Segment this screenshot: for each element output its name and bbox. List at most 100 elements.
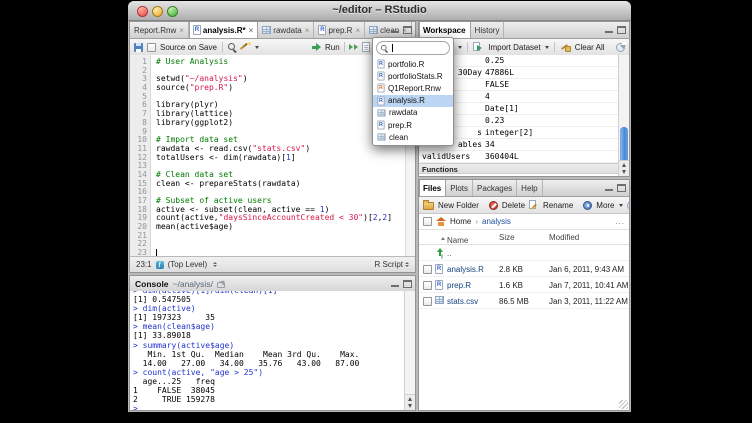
goto-item-label: prep.R: [388, 121, 412, 130]
editor-tab-prep-r[interactable]: prep.R×: [314, 22, 365, 38]
parent-directory-link[interactable]: ..: [447, 249, 451, 258]
source-on-save-checkbox[interactable]: [147, 43, 156, 52]
file-checkbox[interactable]: [423, 265, 432, 274]
close-tab-icon[interactable]: ×: [179, 26, 184, 35]
workspace-scrollbar-arrows[interactable]: [619, 160, 629, 176]
editor-tab-report-rnw[interactable]: Report.Rnw×: [130, 22, 189, 38]
refresh-icon[interactable]: [616, 43, 625, 52]
text-cursor: [392, 44, 393, 52]
save-icon[interactable]: [134, 43, 143, 52]
more-gear-icon[interactable]: [583, 201, 592, 210]
rfile-icon: [377, 121, 384, 130]
title-bar[interactable]: ~/editor – RStudio: [128, 1, 631, 21]
tab-workspace[interactable]: Workspace: [419, 22, 471, 38]
close-tab-icon[interactable]: ×: [305, 26, 310, 35]
file-row[interactable]: prep.R1.6 KBJan 7, 2011, 10:41 AM: [419, 277, 629, 293]
tab-files[interactable]: Files: [419, 180, 446, 196]
delete-icon[interactable]: [489, 201, 498, 210]
goto-item-analysis-r[interactable]: analysis.R: [373, 95, 453, 107]
maximize-pane-icon[interactable]: [617, 26, 626, 34]
minimize-pane-icon[interactable]: [605, 189, 613, 191]
scope-selector[interactable]: (Top Level): [168, 260, 208, 269]
file-link[interactable]: stats.csv: [447, 297, 478, 306]
console-scrollbar-arrows[interactable]: [405, 394, 415, 410]
run-button[interactable]: Run: [325, 43, 340, 52]
file-modified: Jan 6, 2011, 9:43 AM: [549, 265, 624, 274]
column-modified[interactable]: Modified: [549, 233, 579, 242]
table-icon: [377, 134, 385, 141]
tab-help[interactable]: Help: [517, 180, 542, 196]
goto-item-rawdata[interactable]: rawdata: [373, 107, 453, 119]
file-row[interactable]: analysis.R2.8 KBJan 6, 2011, 9:43 AM: [419, 261, 629, 277]
editor-tab-rawdata[interactable]: rawdata×: [258, 22, 314, 38]
breadcrumb-home[interactable]: Home: [450, 217, 471, 226]
file-checkbox[interactable]: [423, 297, 432, 306]
tab-label: Help: [521, 184, 537, 193]
breadcrumb-ellipsis[interactable]: ...: [615, 217, 625, 226]
import-dataset-button[interactable]: Import Dataset: [488, 43, 540, 52]
goto-item-portfolio-r[interactable]: portfolio.R: [373, 58, 453, 70]
tab-label: Packages: [477, 184, 512, 193]
file-type-selector[interactable]: R Script: [375, 260, 403, 269]
close-tab-icon[interactable]: ×: [355, 26, 360, 35]
clear-all-button[interactable]: Clear All: [575, 43, 605, 52]
refresh-icon[interactable]: [627, 201, 630, 210]
find-icon[interactable]: [228, 43, 237, 52]
files-tab-bar: FilesPlots Packages Help: [419, 180, 629, 197]
file-link[interactable]: analysis.R: [447, 265, 484, 274]
workspace-row[interactable]: validUsers360404L: [419, 151, 619, 163]
source-file-icon[interactable]: [362, 42, 370, 52]
tab-overflow-chevron-icon[interactable]: »: [412, 25, 416, 35]
maximize-pane-icon[interactable]: [403, 280, 412, 288]
table-icon: [377, 109, 385, 116]
import-dataset-icon[interactable]: [473, 42, 484, 52]
file-link[interactable]: prep.R: [447, 281, 471, 290]
new-folder-button[interactable]: New Folder: [438, 201, 479, 210]
maximize-pane-icon[interactable]: [403, 26, 412, 34]
tab-plots[interactable]: Plots: [446, 180, 473, 196]
console-result: [1] 0.547505: [133, 295, 402, 304]
clear-all-icon[interactable]: [560, 42, 571, 52]
console-body[interactable]: > dim(active)[1]/dim(clean)[1][1] 0.5475…: [130, 291, 415, 410]
tab-packages[interactable]: Packages: [473, 180, 517, 196]
workspace-scrollbar[interactable]: [618, 55, 629, 176]
select-all-checkbox[interactable]: [423, 217, 432, 226]
close-tab-icon[interactable]: ×: [249, 26, 254, 35]
minimize-pane-icon[interactable]: [391, 285, 399, 287]
run-icon[interactable]: [312, 43, 322, 52]
console-scrollbar[interactable]: [404, 291, 415, 410]
delete-button[interactable]: Delete: [502, 201, 525, 210]
goto-item-q1report-rnw[interactable]: Q1Report.Rnw: [373, 82, 453, 94]
rename-icon[interactable]: [529, 200, 539, 210]
code-tools-icon[interactable]: [241, 42, 251, 52]
goto-item-portfoliostats-r[interactable]: portfolioStats.R: [373, 70, 453, 82]
rfile-icon: [377, 96, 384, 105]
goto-item-label: Q1Report.Rnw: [388, 84, 441, 93]
column-name[interactable]: Name: [441, 233, 447, 242]
rerun-icon[interactable]: [349, 43, 359, 52]
breadcrumb-folder[interactable]: analysis: [482, 217, 511, 226]
minimize-pane-icon[interactable]: [391, 31, 399, 33]
rename-button[interactable]: Rename: [543, 201, 573, 210]
workspace-function-row[interactable]: prepareStats(data, sampleSize = NA): [419, 174, 619, 177]
file-row[interactable]: stats.csv86.5 MBJan 3, 2011, 11:22 AM: [419, 293, 629, 309]
minimize-pane-icon[interactable]: [605, 31, 613, 33]
tab-history[interactable]: History: [471, 22, 505, 38]
new-folder-icon[interactable]: [423, 202, 434, 210]
file-row[interactable]: ..: [419, 245, 629, 261]
goto-item-clean[interactable]: clean: [373, 131, 453, 143]
goto-search-input[interactable]: [376, 41, 450, 55]
column-size[interactable]: Size: [499, 233, 515, 242]
resize-grip[interactable]: [619, 400, 628, 409]
files-breadcrumb: Home › analysis ...: [419, 214, 629, 230]
maximize-pane-icon[interactable]: [617, 184, 626, 192]
home-icon[interactable]: [436, 217, 446, 226]
editor-tab-analysis-r-[interactable]: analysis.R*×: [189, 22, 258, 38]
goto-item-prep-r[interactable]: prep.R: [373, 119, 453, 131]
goto-directory-icon[interactable]: [217, 280, 226, 288]
file-size: 1.6 KB: [499, 281, 523, 290]
more-button[interactable]: More: [596, 201, 614, 210]
toolbar-separator: [222, 42, 223, 52]
goto-file-popup: portfolio.RportfolioStats.R Q1Report.Rnw a…: [372, 37, 454, 146]
file-checkbox[interactable]: [423, 281, 432, 290]
